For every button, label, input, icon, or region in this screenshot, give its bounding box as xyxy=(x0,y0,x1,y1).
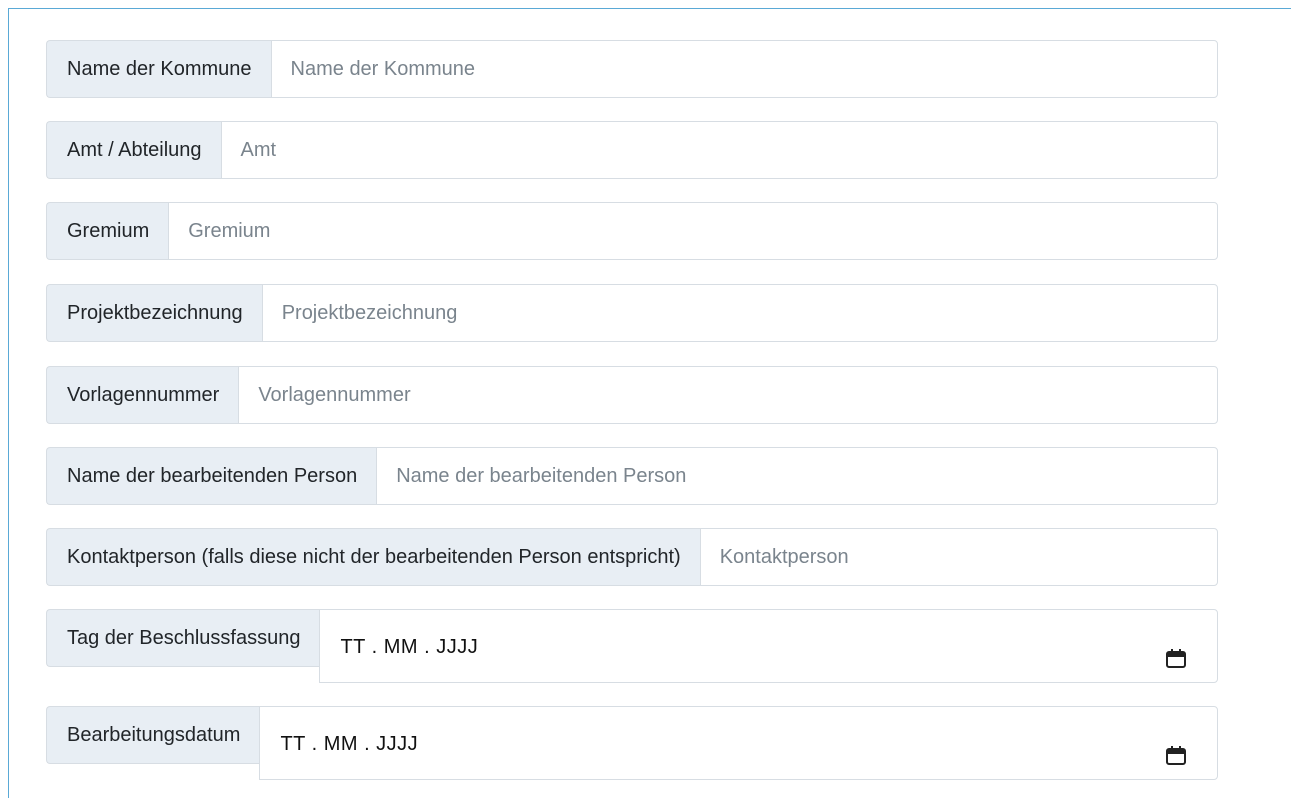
gremium-input[interactable]: Gremium xyxy=(168,202,1218,260)
field-label: Name der Kommune xyxy=(46,40,271,98)
field-label: Projektbezeichnung xyxy=(46,284,262,342)
field-row-beschlussfassung: Tag der Beschlussfassung TT . MM . JJJJ xyxy=(46,609,1218,683)
kommune-input[interactable]: Name der Kommune xyxy=(270,40,1218,98)
field-row-projekt: Projektbezeichnung Projektbezeichnung xyxy=(46,284,1218,342)
field-row-bearbeiter: Name der bearbeitenden Person Name der b… xyxy=(46,447,1218,505)
beschlussfassung-date-input[interactable]: TT . MM . JJJJ xyxy=(319,609,1218,683)
bearbeitungsdatum-date-input[interactable]: TT . MM . JJJJ xyxy=(259,706,1218,780)
calendar-icon[interactable] xyxy=(1165,648,1187,670)
field-row-vorlage: Vorlagennummer Vorlagennummer xyxy=(46,366,1218,424)
field-row-kommune: Name der Kommune Name der Kommune xyxy=(46,40,1218,98)
calendar-icon[interactable] xyxy=(1165,745,1187,767)
field-row-bearbeitungsdatum: Bearbeitungsdatum TT . MM . JJJJ xyxy=(46,706,1218,780)
field-label: Vorlagennummer xyxy=(46,366,239,424)
field-label: Tag der Beschlussfassung xyxy=(46,609,320,667)
date-placeholder: TT . MM . JJJJ xyxy=(280,733,419,755)
amt-input[interactable]: Amt xyxy=(220,121,1218,179)
date-placeholder: TT . MM . JJJJ xyxy=(340,636,479,658)
field-label: Kontaktperson (falls diese nicht der bea… xyxy=(46,528,700,586)
field-row-kontakt: Kontaktperson (falls diese nicht der bea… xyxy=(46,528,1218,586)
vorlagennummer-input[interactable]: Vorlagennummer xyxy=(238,366,1218,424)
field-label: Bearbeitungsdatum xyxy=(46,706,260,764)
kontaktperson-input[interactable]: Kontaktperson xyxy=(699,528,1218,586)
bearbeiter-input[interactable]: Name der bearbeitenden Person xyxy=(376,447,1218,505)
field-label: Name der bearbeitenden Person xyxy=(46,447,377,505)
field-label: Amt / Abteilung xyxy=(46,121,221,179)
field-label: Gremium xyxy=(46,202,169,260)
projektbezeichnung-input[interactable]: Projektbezeichnung xyxy=(261,284,1218,342)
field-row-amt: Amt / Abteilung Amt xyxy=(46,121,1218,179)
field-row-gremium: Gremium Gremium xyxy=(46,202,1218,260)
